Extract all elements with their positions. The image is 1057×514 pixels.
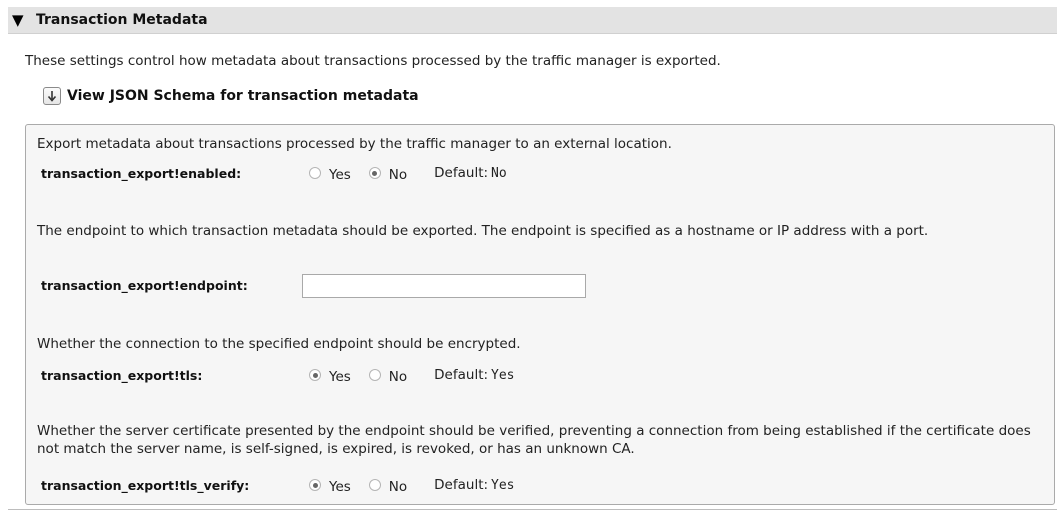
endpoint-key-label: transaction_export!endpoint: xyxy=(41,278,248,293)
enabled-no-label[interactable]: No xyxy=(389,166,407,184)
settings-panel: Export metadata about transactions proce… xyxy=(25,124,1055,505)
tls-description: Whether the connection to the specified … xyxy=(37,336,521,352)
enabled-key-label: transaction_export!enabled: xyxy=(41,166,242,181)
tls-verify-yes-radio[interactable] xyxy=(309,479,321,491)
collapse-arrow-icon[interactable]: ▼ xyxy=(12,11,24,29)
section-intro: These settings control how metadata abou… xyxy=(25,53,721,69)
tls-no-radio[interactable] xyxy=(368,369,381,381)
view-json-schema-label[interactable]: View JSON Schema for transaction metadat… xyxy=(67,87,419,105)
tls-verify-default-label: Default: xyxy=(434,477,489,493)
tls-no-label[interactable]: No xyxy=(389,368,407,386)
tls-verify-radio-group: Yes No Default: Yes xyxy=(309,476,515,496)
section-divider xyxy=(8,509,1057,510)
tls-verify-key-label: transaction_export!tls_verify: xyxy=(41,478,250,493)
section-header[interactable]: ▼ Transaction Metadata xyxy=(8,7,1057,34)
tls-radio-group: Yes No Default: Yes xyxy=(309,366,515,386)
tls-verify-no-label[interactable]: No xyxy=(389,478,407,496)
tls-verify-yes-label[interactable]: Yes xyxy=(329,478,351,496)
view-json-schema-link[interactable]: View JSON Schema for transaction metadat… xyxy=(43,85,419,107)
enabled-default-value: No xyxy=(491,165,507,181)
tls-default-label: Default: xyxy=(434,367,489,383)
section-title: Transaction Metadata xyxy=(36,12,208,28)
enabled-no-radio[interactable] xyxy=(368,167,381,179)
enabled-description: Export metadata about transactions proce… xyxy=(37,136,672,152)
tls-yes-radio[interactable] xyxy=(309,369,321,381)
tls-key-label: transaction_export!tls: xyxy=(41,368,203,383)
enabled-radio-group: Yes No Default: No xyxy=(309,164,507,184)
tls-yes-label[interactable]: Yes xyxy=(329,368,351,386)
tls-verify-no-radio[interactable] xyxy=(368,479,381,491)
tls-default-value: Yes xyxy=(491,367,515,383)
tls-verify-description: Whether the server certificate presented… xyxy=(37,423,1031,457)
download-arrow-icon[interactable] xyxy=(43,87,61,105)
enabled-yes-radio[interactable] xyxy=(309,167,321,179)
endpoint-input[interactable] xyxy=(302,274,586,298)
endpoint-description: The endpoint to which transaction metada… xyxy=(37,223,929,239)
enabled-yes-label[interactable]: Yes xyxy=(329,166,351,184)
tls-verify-default-value: Yes xyxy=(491,477,515,493)
enabled-default-label: Default: xyxy=(434,165,489,181)
